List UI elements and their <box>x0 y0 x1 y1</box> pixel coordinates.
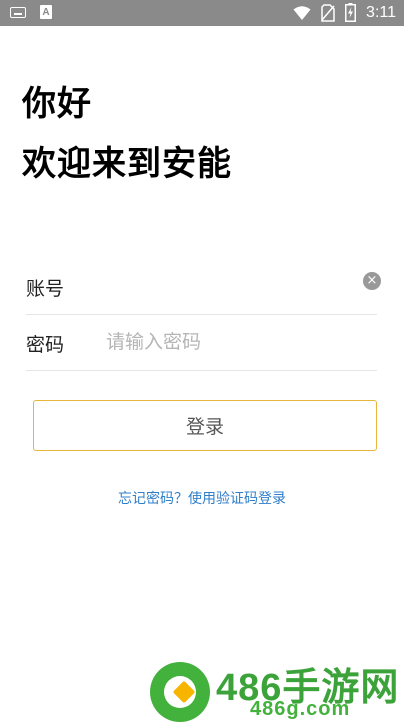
status-bar-right: 3:11 <box>293 3 396 22</box>
password-label: 密码 <box>26 334 65 356</box>
account-input[interactable] <box>106 272 356 300</box>
watermark-circle-icon <box>150 662 210 722</box>
a-notification-icon: A <box>40 5 52 19</box>
wifi-icon <box>293 5 311 20</box>
keyboard-icon <box>10 6 26 18</box>
forgot-password-link[interactable]: 忘记密码？使用验证码登录 <box>0 488 404 508</box>
no-sim-icon <box>321 3 335 22</box>
status-bar-left: A <box>10 5 52 19</box>
battery-charging-icon <box>345 3 357 22</box>
watermark-logo: 486手游网 486g.com <box>150 654 404 722</box>
greeting-hello: 你好 <box>22 84 92 124</box>
status-bar: A 3:11 <box>0 0 404 26</box>
password-row: 密码 <box>26 314 377 371</box>
status-time: 3:11 <box>366 3 396 21</box>
login-button[interactable]: 登录 <box>33 400 377 451</box>
clear-account-icon[interactable]: × <box>363 272 381 290</box>
greeting-welcome: 欢迎来到安能 <box>22 144 232 184</box>
account-label: 账号 <box>26 278 65 300</box>
account-row: 账号 × <box>26 258 381 315</box>
watermark-domain: 486g.com <box>250 698 351 720</box>
password-input[interactable] <box>106 328 356 356</box>
